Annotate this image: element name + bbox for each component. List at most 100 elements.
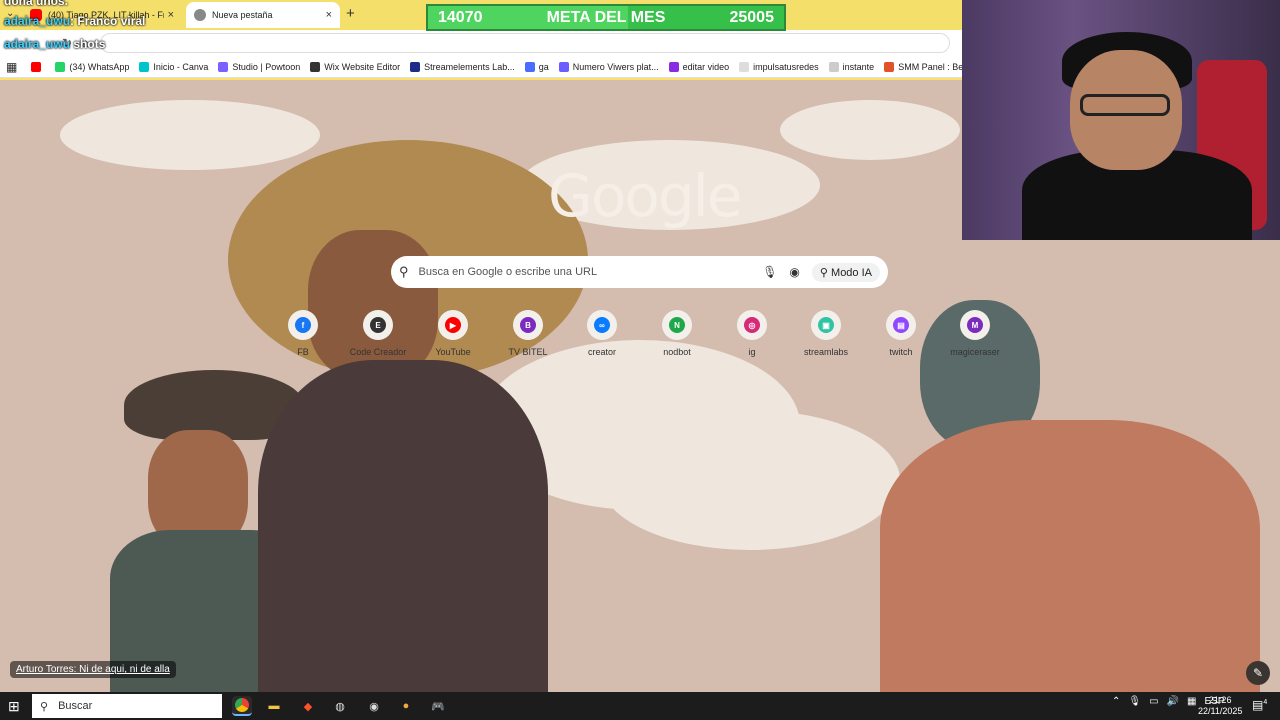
bookmark-item[interactable]: Streamelements Lab...: [410, 61, 515, 72]
apps-icon[interactable]: ▦: [6, 60, 17, 74]
shortcut-icon: N: [669, 317, 685, 333]
bookmark-icon: [828, 61, 839, 72]
shortcut-label: TV BITEL: [508, 347, 548, 357]
shortcut-icon: ▶: [445, 317, 461, 333]
photo-credit-link[interactable]: Arturo Torres: Ni de aqui, ni de alla: [10, 661, 176, 678]
shortcut-icon: ∞: [594, 317, 610, 333]
bookmark-item[interactable]: editar video: [668, 61, 730, 72]
taskbar: ⊞ ⚲ Buscar ▬ ◆ ◍ ◉ ● 🎮 ⌃ 🎙 ▭ 🔊 ▦ ESP 21:…: [0, 692, 1280, 720]
shortcut-tile[interactable]: ▤ twitch: [865, 310, 937, 357]
file-explorer-icon[interactable]: ▬: [264, 696, 284, 716]
chat-text: shots: [73, 37, 106, 51]
close-tab-icon[interactable]: ×: [326, 9, 332, 21]
customize-pencil-icon[interactable]: ✎: [1246, 661, 1270, 685]
bookmark-item[interactable]: impulsatusredes: [739, 61, 819, 72]
sombrero-man-illustration: [228, 140, 588, 692]
new-tab-button[interactable]: +: [346, 5, 355, 22]
chevron-up-icon[interactable]: ⌃: [1112, 696, 1120, 707]
bookmark-label: Studio | Powtoon: [232, 61, 301, 72]
bookmark-icon: [884, 61, 895, 72]
bookmark-label: Wix Website Editor: [324, 61, 401, 72]
goal-target: 25005: [729, 8, 774, 26]
bookmark-label: Streamelements Lab...: [424, 61, 515, 72]
bookmark-icon: [558, 61, 569, 72]
bookmark-item[interactable]: (34) WhatsApp: [55, 61, 130, 72]
bookmark-item[interactable]: [31, 61, 45, 72]
address-bar[interactable]: [100, 33, 950, 53]
bookmark-icon: [310, 61, 321, 72]
shortcut-icon-circle: E: [363, 310, 393, 340]
volume-icon[interactable]: 🔊: [1167, 696, 1179, 707]
shortcut-label: nodbot: [663, 347, 691, 357]
search-box[interactable]: ⚲ Busca en Google o escribe una URL 🎙 ◉ …: [391, 256, 888, 288]
shortcut-tile[interactable]: E Code Creador: [342, 310, 414, 357]
shortcut-tile[interactable]: f FB: [267, 310, 339, 357]
bookmark-label: (34) WhatsApp: [69, 61, 130, 72]
notification-icon[interactable]: ▤4: [1252, 698, 1267, 712]
shortcut-tile[interactable]: ▣ streamlabs: [790, 310, 862, 357]
bookmark-item[interactable]: instante: [828, 61, 874, 72]
chat-username: adaira_uwu: [4, 14, 71, 28]
shortcut-icon-circle: f: [288, 310, 318, 340]
taskbar-search-label: Buscar: [58, 700, 93, 712]
shortcut-icon-circle: ▣: [811, 310, 841, 340]
goal-label: META DEL MES: [546, 8, 666, 26]
windows-start-icon[interactable]: ⊞: [8, 698, 20, 715]
bookmark-label: Numero Viwers plat...: [572, 61, 659, 72]
gamepad-icon[interactable]: 🎮: [428, 696, 448, 716]
obs-icon[interactable]: ◉: [364, 696, 384, 716]
app-icon-orange[interactable]: ●: [396, 696, 416, 716]
notification-count: 4: [1263, 699, 1268, 706]
search-input[interactable]: Busca en Google o escribe una URL: [419, 266, 763, 278]
taskbar-search[interactable]: ⚲ Buscar: [32, 694, 222, 718]
shortcut-label: FB: [297, 347, 309, 357]
bookmark-item[interactable]: Wix Website Editor: [310, 61, 401, 72]
chrome-taskbar-icon[interactable]: [232, 696, 252, 716]
cloud: [780, 100, 960, 160]
brave-icon[interactable]: ◆: [298, 696, 318, 716]
lens-icon[interactable]: ◉: [789, 265, 799, 279]
chat-message: adaira_uwu: Franco viral: [4, 14, 145, 28]
shortcut-label: creator: [587, 347, 616, 357]
shortcut-icon-circle: N: [662, 310, 692, 340]
bookmark-item[interactable]: ga: [524, 61, 549, 72]
bookmark-icon: [739, 61, 750, 72]
search-icon: ⚲: [40, 700, 49, 713]
bookmark-icon: [55, 61, 66, 72]
chat-username: adaira_uwu: [4, 37, 71, 51]
ai-mode-label: Modo IA: [831, 266, 872, 279]
bookmark-label: ga: [538, 61, 549, 72]
close-tab-icon[interactable]: ×: [168, 9, 174, 21]
shortcut-tile[interactable]: ▶ YouTube: [417, 310, 489, 357]
clock-date: 22/11/2025: [1198, 706, 1243, 716]
microphone-icon[interactable]: 🎙: [1128, 696, 1141, 707]
cloud: [600, 410, 900, 550]
shortcut-icon: ▤: [893, 317, 909, 333]
clock[interactable]: 21:26 22/11/2025: [1198, 695, 1242, 717]
webcam-overlay: [962, 0, 1280, 240]
shortcut-tile[interactable]: ∞ creator: [566, 310, 638, 357]
chat-message: dona unos.: [4, 0, 68, 8]
shortcut-icon: E: [370, 317, 386, 333]
ai-mode-button[interactable]: ⚲ Modo IA: [811, 262, 880, 282]
bookmark-item[interactable]: Studio | Powtoon: [218, 61, 301, 72]
shortcut-label: streamlabs: [803, 347, 848, 357]
goal-bar: 14070 META DEL MES 25005: [426, 4, 786, 31]
bookmark-icon: [139, 61, 150, 72]
bookmark-label: editar video: [682, 61, 730, 72]
shortcut-label: Code Creador: [349, 347, 407, 357]
search-icon: ⚲: [399, 264, 409, 279]
shortcut-tile[interactable]: B TV BITEL: [492, 310, 564, 357]
shortcut-tile[interactable]: Nnodbot: [641, 310, 713, 357]
bookmark-item[interactable]: Inicio - Canva: [139, 61, 208, 72]
shortcut-tile[interactable]: ◎ ig: [716, 310, 788, 357]
network-icon[interactable]: ▭: [1149, 696, 1158, 707]
app-icon[interactable]: ◍: [330, 696, 350, 716]
bookmark-icon: [31, 61, 42, 72]
microphone-icon[interactable]: 🎙: [762, 265, 777, 279]
tab-new-tab[interactable]: Nueva pestaña ×: [186, 2, 340, 28]
shortcut-tile[interactable]: Mmagiceraser: [939, 310, 1011, 357]
keyboard-icon[interactable]: ▦: [1187, 696, 1196, 707]
shortcut-icon-circle: B: [513, 310, 543, 340]
bookmark-item[interactable]: Numero Viwers plat...: [558, 61, 659, 72]
